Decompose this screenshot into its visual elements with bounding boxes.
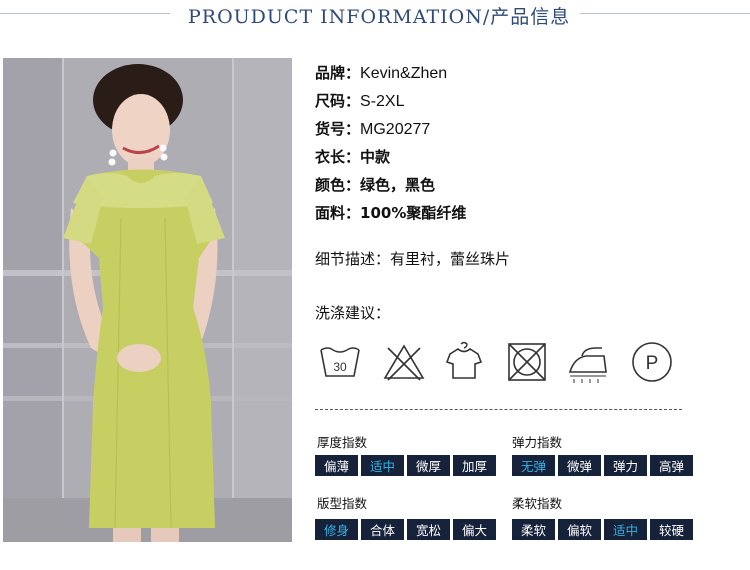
thickness-option-selected: 适中 — [361, 455, 404, 476]
elasticity-option: 高弹 — [650, 455, 693, 476]
fit-option: 宽松 — [407, 519, 450, 540]
softness-option: 较硬 — [650, 519, 693, 540]
elasticity-index-options: 无弹 微弹 弹力 高弹 — [512, 455, 693, 476]
fit-option: 合体 — [361, 519, 404, 540]
spec-size: 尺码：S-2XL — [315, 92, 405, 110]
page-title: PROUDUCT INFORMATION/产品信息 — [188, 6, 571, 28]
thickness-index-options: 偏薄 适中 微厚 加厚 — [315, 455, 496, 476]
thickness-option: 偏薄 — [315, 455, 358, 476]
elasticity-option-selected: 无弹 — [512, 455, 555, 476]
header-divider-left — [0, 13, 170, 14]
product-photo — [3, 58, 292, 542]
wash-title: 洗涤建议： — [315, 304, 391, 322]
dry-clean-letter: P — [646, 353, 659, 374]
dry-clean-p-icon: P — [632, 342, 672, 382]
wash-30-icon: 30 — [320, 347, 360, 377]
fit-index-title: 版型指数 — [317, 496, 368, 511]
spec-length: 衣长：中款 — [315, 148, 391, 166]
softness-option-selected: 适中 — [604, 519, 647, 540]
spec-color: 颜色：绿色，黑色 — [315, 176, 436, 194]
elasticity-option: 弹力 — [604, 455, 647, 476]
iron-icon — [568, 347, 607, 383]
spec-brand: 品牌：Kevin&Zhen — [315, 64, 448, 82]
spec-fabric: 面料：100%聚酯纤维 — [315, 204, 467, 222]
softness-index-title: 柔软指数 — [512, 496, 563, 511]
fit-option: 偏大 — [453, 519, 496, 540]
no-tumble-dry-icon — [508, 343, 546, 381]
fit-option-selected: 修身 — [315, 519, 358, 540]
fit-index-options: 修身 合体 宽松 偏大 — [315, 519, 496, 540]
softness-index-options: 柔软 偏软 适中 较硬 — [512, 519, 693, 540]
softness-option: 柔软 — [512, 519, 555, 540]
wash-temp-label: 30 — [333, 360, 347, 374]
header-divider-right — [580, 13, 750, 14]
detail-description: 细节描述：有里衬，蕾丝珠片 — [315, 250, 511, 268]
elasticity-index-title: 弹力指数 — [512, 435, 563, 450]
section-divider — [315, 409, 682, 410]
thickness-option: 加厚 — [453, 455, 496, 476]
spec-item-number: 货号：MG20277 — [315, 120, 431, 138]
thickness-index-title: 厚度指数 — [317, 435, 368, 450]
hang-dry-icon — [445, 341, 483, 379]
no-bleach-icon — [383, 344, 425, 381]
softness-option: 偏软 — [558, 519, 601, 540]
elasticity-option: 微弹 — [558, 455, 601, 476]
thickness-option: 微厚 — [407, 455, 450, 476]
